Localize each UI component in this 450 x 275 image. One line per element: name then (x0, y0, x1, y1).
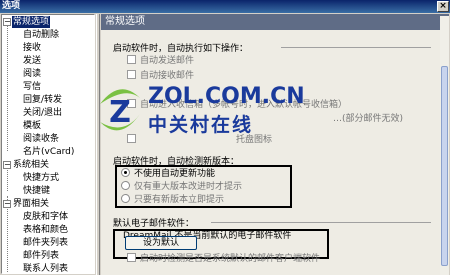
radio-icon[interactable] (121, 181, 130, 190)
option-label: 自动接收邮件 (140, 71, 195, 81)
tree-item-label: 皮肤和字体 (23, 212, 69, 222)
option-label: 不使用自动更新功能 (134, 169, 216, 179)
tree-item-label: 阅读收条 (23, 134, 60, 144)
tree-item-label: 邮件列表 (23, 251, 60, 261)
window-title: 选项 (2, 1, 21, 11)
close-icon[interactable]: × (437, 1, 449, 12)
checkbox-icon[interactable] (127, 253, 136, 262)
tree-item-label: 发送 (23, 56, 42, 66)
option-label: 自动进入收信箱（多帐号时，进入默认帐号收信箱） (140, 100, 348, 110)
checkbox-icon[interactable] (127, 134, 136, 143)
divider (211, 222, 431, 223)
window-titlebar: 选项 × (0, 0, 450, 13)
tree-item-label: 关闭/退出 (23, 108, 63, 118)
tree-item-label: 名片(vCard) (23, 147, 75, 157)
scrollbar-thumb[interactable] (441, 66, 448, 266)
tree-item-label: 接收 (23, 43, 42, 53)
radio-icon[interactable] (121, 168, 130, 177)
checkbox-icon[interactable] (127, 70, 136, 79)
tree-item-label: 自动删除 (23, 30, 60, 40)
tree-guide-line (7, 23, 8, 151)
divider (281, 47, 431, 48)
auto-receive-checkbox[interactable]: 自动接收邮件 (127, 70, 194, 82)
tree-item-label: 系统相关 (13, 160, 50, 170)
tree-item-label: 界面相关 (13, 199, 50, 209)
major-update-radio[interactable]: 仅有重大版本改进时才提示 (121, 181, 242, 193)
tree-item-label: 邮件夹列表 (23, 238, 69, 248)
partial-note: …(部分邮件无效) (333, 114, 404, 124)
tray-icon-checkbox[interactable]: 托盘图标 (127, 134, 272, 146)
set-default-button[interactable]: 设为默认 (125, 236, 197, 250)
collapse-icon[interactable]: − (3, 200, 11, 208)
collapse-icon[interactable]: − (3, 161, 11, 169)
option-label: 启动时检测是否是系统默认的邮件客户端软件 (140, 254, 321, 264)
tree-item-label: 常规选项 (12, 16, 51, 28)
page-title: 常规选项 (101, 14, 449, 30)
collapse-icon[interactable]: − (3, 18, 11, 26)
tree-item-label: 模板 (23, 121, 42, 131)
option-label: 自动发送邮件 (140, 56, 195, 66)
pane-splitter[interactable] (96, 14, 100, 275)
tree-item-label: 回复/转发 (23, 95, 63, 105)
tree-item-label: 联系人列表 (23, 264, 69, 274)
settings-pane: 常规选项 启动软件时，自动执行如下操作： 自动发送邮件 自动接收邮件 自动进入收… (101, 14, 449, 275)
tree-item-label: 快捷方式 (23, 173, 60, 183)
option-label: 只要有新版本立即提示 (134, 195, 225, 205)
tree-item-label: 表格和颜色 (23, 225, 69, 235)
vertical-scrollbar[interactable] (440, 16, 449, 275)
tree-item-label: 快捷键 (23, 186, 51, 196)
tree-item-label: 写信 (23, 82, 42, 92)
check-default-checkbox[interactable]: 启动时检测是否是系统默认的邮件客户端软件 (127, 253, 320, 265)
checkbox-icon[interactable] (127, 99, 136, 108)
option-label: 仅有重大版本改进时才提示 (134, 182, 243, 192)
radio-icon[interactable] (121, 194, 130, 203)
tree-item-general[interactable]: − 常规选项 (2, 16, 94, 28)
any-update-radio[interactable]: 只要有新版本立即提示 (121, 194, 224, 206)
checkbox-icon[interactable] (127, 55, 136, 64)
no-auto-update-radio[interactable]: 不使用自动更新功能 (121, 168, 215, 180)
startup-section-title: 启动软件时，自动执行如下操作： (113, 44, 249, 54)
enter-inbox-checkbox[interactable]: 自动进入收信箱（多帐号时，进入默认帐号收信箱） (127, 99, 347, 111)
option-label: 托盘图标 (236, 135, 273, 145)
auto-send-checkbox[interactable]: 自动发送邮件 (127, 55, 194, 67)
options-tree: − 常规选项 自动删除 接收 发送 阅读 写信 回复/转发 关闭/退出 模板 阅… (1, 14, 95, 274)
tree-item-label: 阅读 (23, 69, 42, 79)
